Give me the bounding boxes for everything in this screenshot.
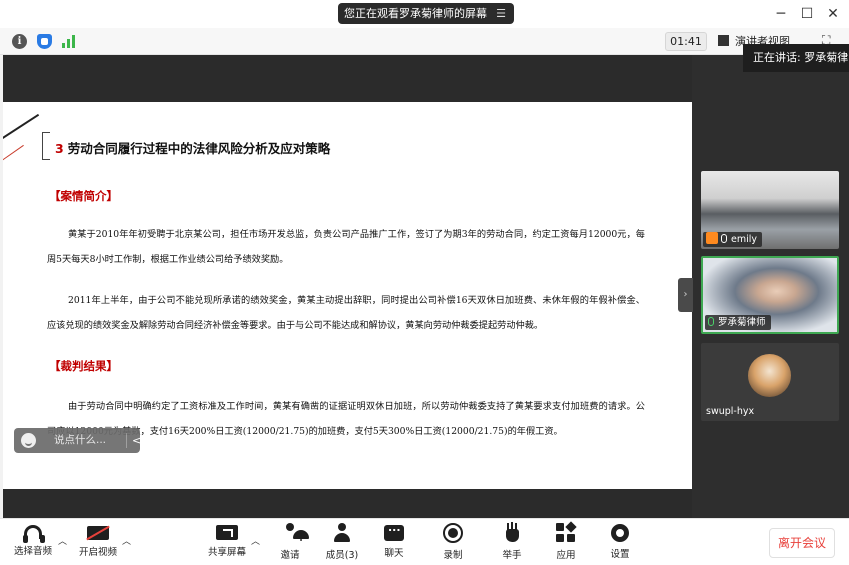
- title-bar: 您正在观看罗承菊律师的屏幕 ☰ ─ ☐ ✕: [0, 0, 849, 28]
- paragraph-case-intro: 黄某于2010年年初受聘于北京某公司，担任市场开发总监，负责公司产品推广工作，签…: [47, 229, 645, 265]
- record-icon: [443, 523, 463, 543]
- speaking-indicator: 正在讲话: 罗承菊律师: [743, 44, 849, 72]
- chevron-up-icon[interactable]: ︿: [122, 534, 131, 547]
- camera-off-icon: [87, 526, 109, 540]
- section-heading-verdict: 【裁判结果】: [49, 359, 118, 373]
- invite-label: 邀请: [280, 550, 300, 561]
- minimize-button[interactable]: ─: [770, 4, 792, 24]
- meeting-timer: 01:41: [665, 32, 707, 51]
- raise-hand-label: 举手: [502, 550, 522, 561]
- slide-title-number: 3: [55, 141, 64, 156]
- settings-label: 设置: [610, 549, 630, 560]
- chat-placeholder: 说点什么...: [54, 434, 107, 446]
- chevron-up-icon[interactable]: ︿: [58, 534, 67, 547]
- emoji-icon[interactable]: [21, 433, 36, 448]
- section-heading-case: 【案情简介】: [49, 189, 118, 203]
- decorative-line: [3, 113, 40, 144]
- raise-hand-button[interactable]: 举手: [488, 523, 536, 563]
- menu-icon[interactable]: ☰: [496, 3, 506, 24]
- video-tile-speaker[interactable]: 罗承菊律师: [701, 256, 839, 334]
- record-label: 录制: [443, 550, 463, 561]
- headset-icon: [23, 525, 42, 543]
- invite-button[interactable]: 邀请: [266, 523, 314, 563]
- slide-title-text: 劳动合同履行过程中的法律风险分析及应对策略: [67, 141, 331, 156]
- shield-icon[interactable]: [37, 34, 52, 49]
- share-screen-button[interactable]: 共享屏幕: [203, 523, 251, 563]
- avatar: [748, 354, 791, 397]
- members-button[interactable]: 成员(3): [318, 523, 366, 563]
- collapse-panel-button[interactable]: ›: [678, 278, 693, 312]
- info-icon[interactable]: i: [12, 34, 27, 49]
- mic-active-icon: [708, 317, 714, 326]
- participant-name: swupl-hyx: [706, 406, 755, 417]
- share-banner[interactable]: 您正在观看罗承菊律师的屏幕 ☰: [338, 3, 514, 24]
- participant-label: emily: [703, 232, 762, 247]
- share-screen-icon: [216, 525, 238, 540]
- record-button[interactable]: 录制: [429, 523, 477, 563]
- members-label: 成员(3): [325, 550, 359, 561]
- chevron-left-icon[interactable]: <: [132, 428, 141, 453]
- meeting-window: 您正在观看罗承菊律师的屏幕 ☰ ─ ☐ ✕ i 01:41 演讲者视图 ⛶ 正在…: [0, 0, 849, 565]
- apps-button[interactable]: 应用: [542, 523, 590, 563]
- chat-icon: [384, 521, 404, 541]
- share-banner-text: 您正在观看罗承菊律师的屏幕: [344, 7, 487, 20]
- title-bracket: [42, 132, 50, 160]
- add-person-icon: [281, 523, 309, 543]
- chat-label: 聊天: [384, 548, 404, 559]
- audio-label: 选择音频: [13, 546, 52, 557]
- slide-title: 3 劳动合同履行过程中的法律风险分析及应对策略: [55, 138, 330, 157]
- leave-meeting-button[interactable]: 离开会议: [769, 528, 835, 558]
- audio-button[interactable]: 选择音频: [9, 523, 57, 563]
- chat-button[interactable]: 聊天: [370, 521, 418, 563]
- share-label: 共享屏幕: [207, 547, 246, 558]
- mic-icon: [721, 234, 727, 243]
- close-button[interactable]: ✕: [822, 4, 844, 24]
- apps-icon: [556, 523, 576, 543]
- participant-name: emily: [731, 234, 757, 245]
- settings-button[interactable]: 设置: [596, 523, 644, 563]
- chat-input[interactable]: 说点什么... <: [14, 428, 141, 453]
- participant-label: 罗承菊律师: [705, 315, 771, 330]
- gear-icon: [611, 524, 629, 542]
- maximize-button[interactable]: ☐: [796, 4, 818, 24]
- apps-label: 应用: [556, 550, 576, 561]
- host-icon: [706, 232, 718, 244]
- video-button[interactable]: 开启视频: [74, 523, 122, 563]
- info-bar: i 01:41 演讲者视图 ⛶: [0, 28, 849, 55]
- participant-name: 罗承菊律师: [718, 317, 766, 328]
- video-tile-swupl[interactable]: swupl-hyx: [701, 343, 839, 421]
- video-tile-emily[interactable]: emily: [701, 171, 839, 249]
- video-label: 开启视频: [78, 547, 117, 558]
- signal-icon[interactable]: [62, 35, 76, 48]
- divider: [126, 433, 127, 448]
- paragraph-case-detail: 2011年上半年，由于公司不能兑现所承诺的绩效奖金，黄某主动提出辞职，同时提出公…: [47, 295, 645, 331]
- meeting-toolbar: 选择音频 ︿ 开启视频 ︿ 共享屏幕 ︿ 邀请 成员(3) 聊天 录制: [0, 518, 849, 565]
- participant-label: swupl-hyx: [703, 404, 759, 419]
- hand-icon: [504, 523, 520, 543]
- members-icon: [333, 523, 351, 543]
- chevron-up-icon[interactable]: ︿: [251, 534, 260, 547]
- decorative-line: [3, 144, 24, 163]
